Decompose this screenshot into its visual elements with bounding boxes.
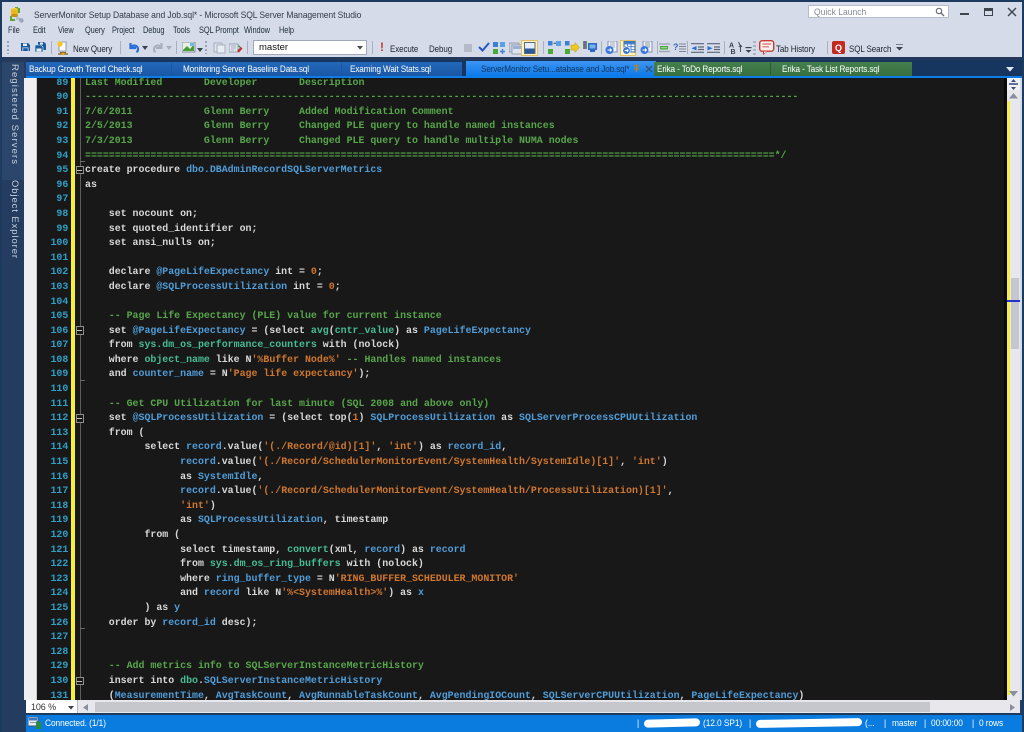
svg-text:Q: Q [835,43,842,53]
svg-text:B: B [731,49,736,54]
svg-text:?: ? [673,42,679,52]
